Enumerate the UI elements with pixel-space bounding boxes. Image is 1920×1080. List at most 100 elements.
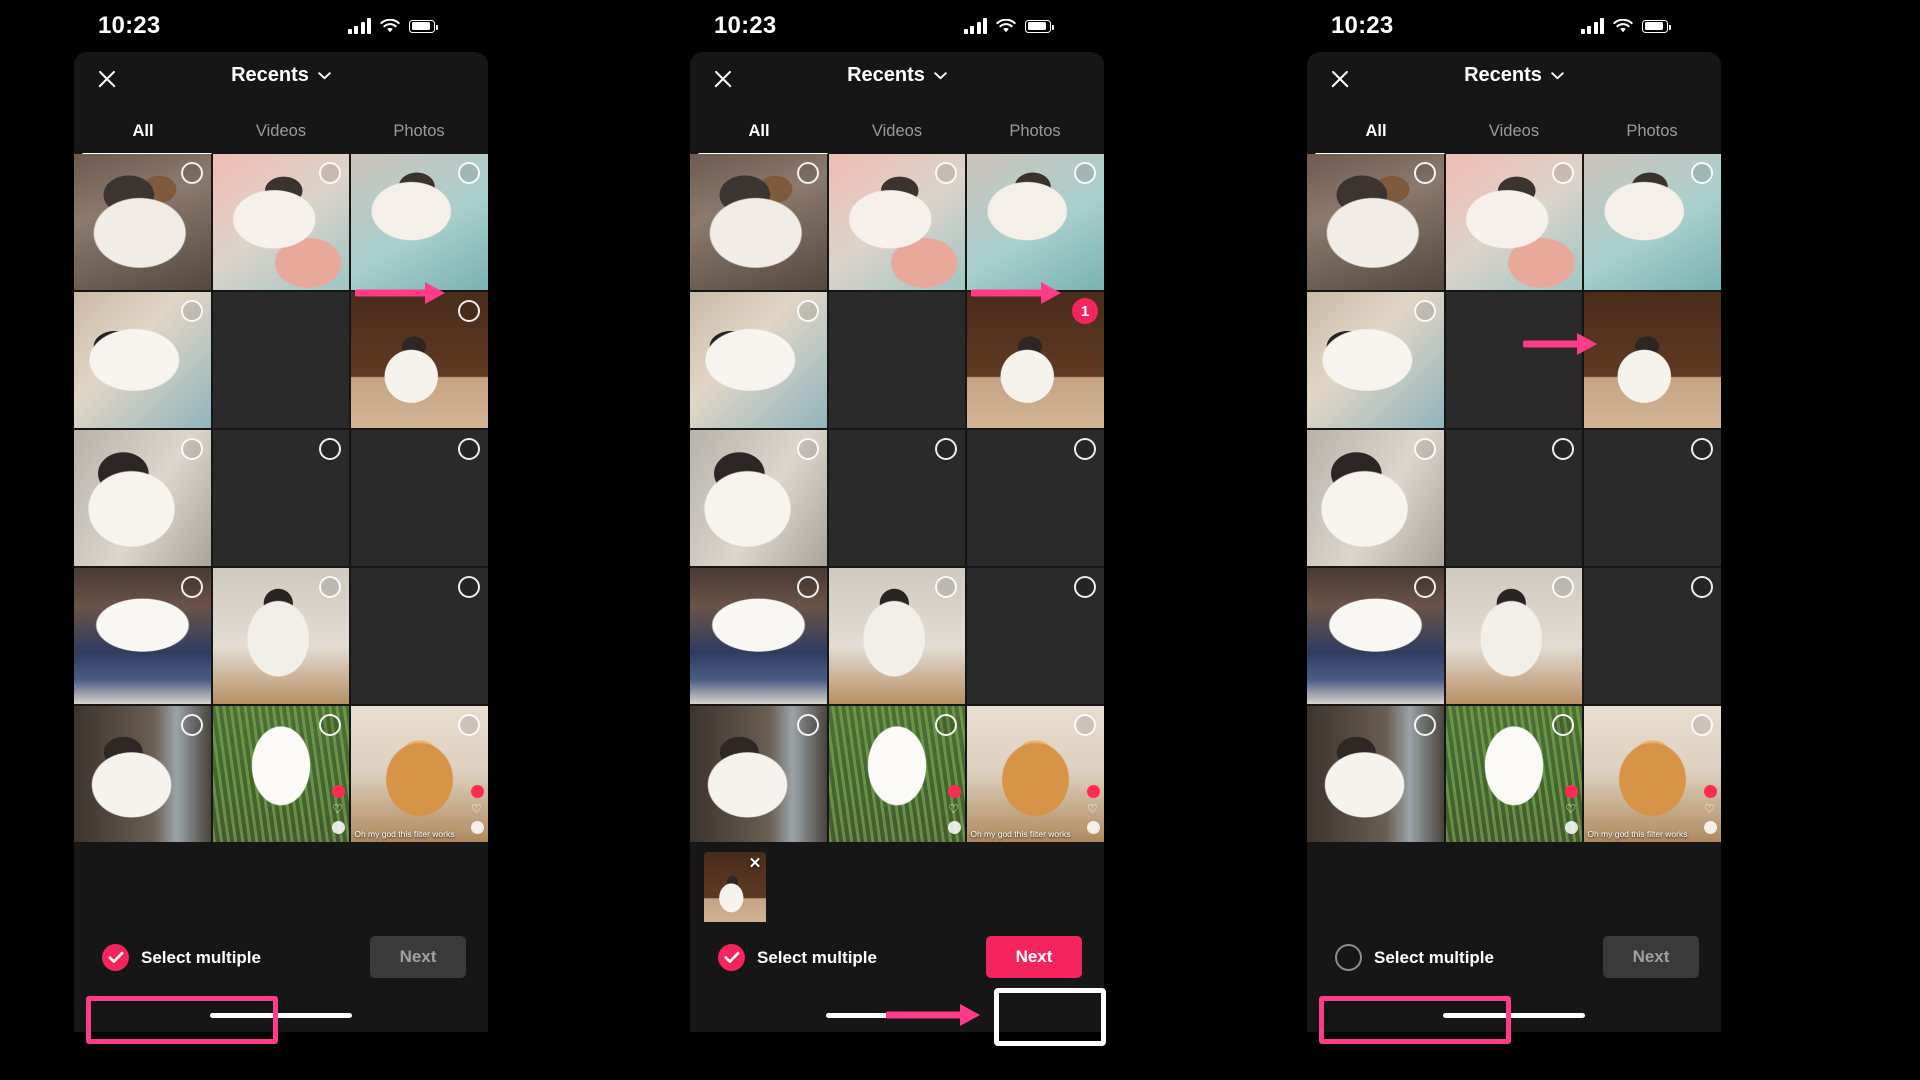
tab-photos[interactable]: Photos: [350, 108, 488, 154]
media-cell[interactable]: [351, 430, 488, 566]
media-cell[interactable]: [1307, 430, 1444, 566]
select-multiple-toggle[interactable]: Select multiple: [1329, 938, 1508, 977]
next-button[interactable]: Next: [1603, 936, 1699, 978]
media-cell[interactable]: [1445, 292, 1583, 428]
tab-all[interactable]: All: [1307, 108, 1445, 154]
media-cell[interactable]: [212, 568, 350, 704]
selection-checkbox[interactable]: [1413, 438, 1436, 460]
home-indicator: [826, 1013, 968, 1018]
selection-checkbox[interactable]: [796, 714, 819, 736]
media-cell[interactable]: [1307, 292, 1444, 428]
media-cell[interactable]: [1445, 430, 1583, 566]
status-icons: [1580, 18, 1697, 34]
media-cell[interactable]: Oh my god this filter works ♡: [1584, 706, 1721, 842]
selection-checkbox[interactable]: [1691, 714, 1713, 736]
selection-checkbox[interactable]: [180, 438, 203, 460]
selection-checkbox[interactable]: [796, 438, 819, 460]
media-cell[interactable]: ♡: [1445, 706, 1583, 842]
media-cell[interactable]: [74, 430, 211, 566]
selection-checkbox[interactable]: [1413, 300, 1436, 322]
media-cell[interactable]: [828, 568, 966, 704]
media-cell[interactable]: [690, 292, 827, 428]
media-cell-target[interactable]: [351, 292, 488, 428]
media-cell[interactable]: [212, 154, 350, 290]
media-cell[interactable]: [351, 154, 488, 290]
media-cell[interactable]: [967, 154, 1104, 290]
tab-photos[interactable]: Photos: [966, 108, 1104, 154]
tab-videos[interactable]: Videos: [828, 108, 966, 154]
selection-checkbox[interactable]: [1691, 162, 1713, 184]
media-cell[interactable]: [74, 706, 211, 842]
album-selector[interactable]: Recents: [74, 64, 488, 87]
tab-all[interactable]: All: [74, 108, 212, 154]
selection-checkbox[interactable]: [1413, 714, 1436, 736]
media-cell[interactable]: [74, 154, 211, 290]
heart-icon: ♡: [1565, 802, 1577, 816]
selection-checkbox[interactable]: [1691, 576, 1713, 598]
selection-checkbox[interactable]: [458, 162, 480, 184]
media-cell[interactable]: [1584, 154, 1721, 290]
status-bar: 10:23: [0, 0, 503, 52]
tab-videos[interactable]: Videos: [1445, 108, 1583, 154]
media-cell[interactable]: Oh my god this filter works ♡: [351, 706, 488, 842]
selection-checkbox[interactable]: [180, 714, 203, 736]
selection-checkbox[interactable]: [180, 576, 203, 598]
media-cell[interactable]: [1307, 154, 1444, 290]
selection-checkbox[interactable]: [1691, 438, 1713, 460]
tab-videos[interactable]: Videos: [212, 108, 350, 154]
selection-checkbox[interactable]: [180, 300, 203, 322]
selection-checkbox[interactable]: [458, 438, 480, 460]
media-cell[interactable]: [351, 568, 488, 704]
phone-panel-step-3: 10:23 Recents All Videos Photos ♡ Oh my god th…: [1233, 0, 1736, 1080]
status-time: 10:23: [98, 12, 161, 39]
media-cell[interactable]: [1445, 154, 1583, 290]
tab-photos[interactable]: Photos: [1583, 108, 1721, 154]
selection-checkbox[interactable]: [1074, 162, 1096, 184]
next-button[interactable]: Next: [370, 936, 466, 978]
selection-checkbox[interactable]: [1074, 438, 1096, 460]
selection-checkbox[interactable]: [796, 576, 819, 598]
media-cell[interactable]: Oh my god this filter works ♡: [967, 706, 1104, 842]
selection-checkbox[interactable]: [1413, 162, 1436, 184]
tray-item[interactable]: ✕: [704, 852, 766, 926]
media-cell[interactable]: [1307, 706, 1444, 842]
selection-checkbox[interactable]: [1074, 714, 1096, 736]
selection-checkbox[interactable]: [180, 162, 203, 184]
media-cell[interactable]: [828, 292, 966, 428]
selection-checkbox[interactable]: [1074, 576, 1096, 598]
media-cell[interactable]: ♡: [828, 706, 966, 842]
selection-checkbox[interactable]: [796, 162, 819, 184]
media-cell[interactable]: [690, 430, 827, 566]
selection-checkbox[interactable]: [458, 576, 480, 598]
media-cell[interactable]: [1584, 430, 1721, 566]
media-cell[interactable]: ♡: [212, 706, 350, 842]
media-cell[interactable]: [690, 154, 827, 290]
media-cell[interactable]: [212, 292, 350, 428]
remove-selection-button[interactable]: ✕: [746, 854, 764, 872]
selection-checkbox[interactable]: [796, 300, 819, 322]
album-selector[interactable]: Recents: [690, 64, 1104, 87]
media-cell[interactable]: [1445, 568, 1583, 704]
media-cell[interactable]: [74, 568, 211, 704]
selection-checkbox[interactable]: [458, 300, 480, 322]
media-cell[interactable]: [828, 430, 966, 566]
media-cell[interactable]: [212, 430, 350, 566]
media-cell[interactable]: [828, 154, 966, 290]
selection-checkbox[interactable]: [458, 714, 480, 736]
tab-all[interactable]: All: [690, 108, 828, 154]
selection-checkbox[interactable]: [1413, 576, 1436, 598]
media-cell[interactable]: [690, 706, 827, 842]
media-cell[interactable]: [1584, 568, 1721, 704]
media-cell-target[interactable]: [1584, 292, 1721, 428]
album-selector[interactable]: Recents: [1307, 64, 1721, 87]
media-cell[interactable]: [1307, 568, 1444, 704]
next-button[interactable]: Next: [986, 936, 1082, 978]
media-cell[interactable]: [690, 568, 827, 704]
select-multiple-toggle[interactable]: Select multiple: [712, 938, 891, 977]
media-cell[interactable]: [74, 292, 211, 428]
media-cell[interactable]: [967, 430, 1104, 566]
media-cell-target[interactable]: 1: [967, 292, 1104, 428]
select-multiple-toggle[interactable]: Select multiple: [96, 938, 275, 977]
media-cell[interactable]: [967, 568, 1104, 704]
selection-count-badge[interactable]: 1: [1072, 298, 1098, 324]
